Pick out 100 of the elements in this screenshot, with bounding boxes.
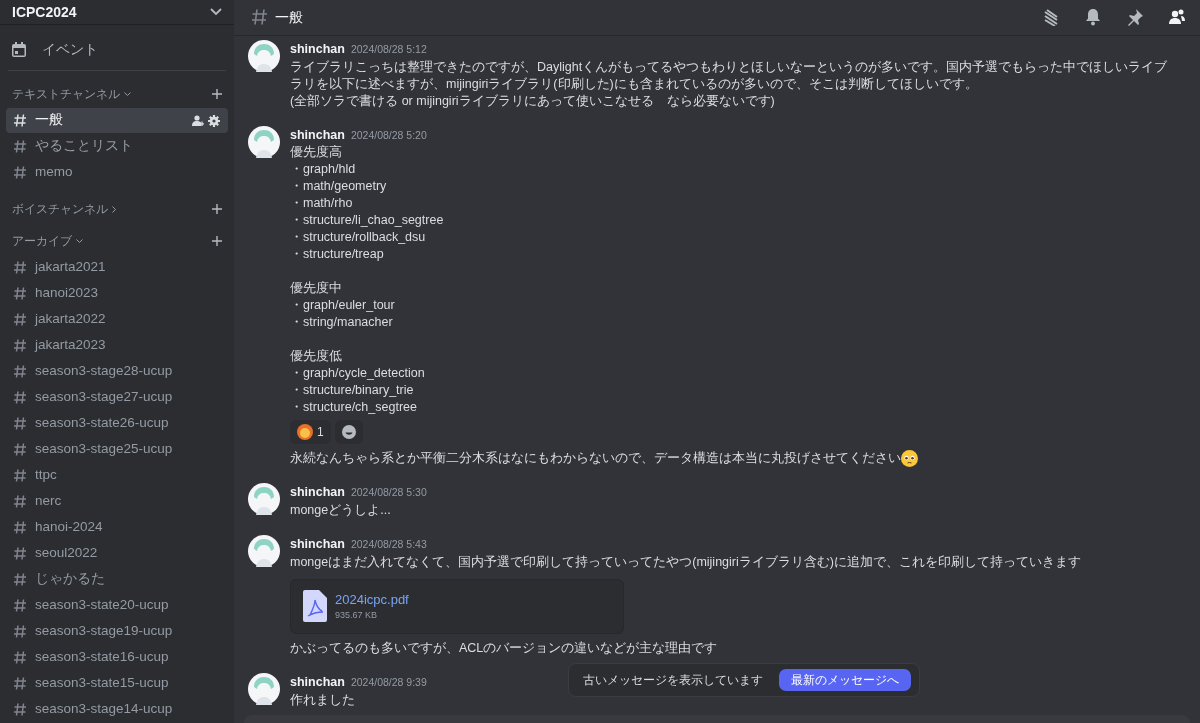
hash-icon [14,547,26,560]
members-icon [1168,8,1186,27]
message-text: ・graph/euler_tour [290,297,396,315]
channel-item[interactable]: memo [6,160,228,185]
calendar-icon [12,42,26,57]
message-text: (全部ソラで書ける or mijingiriライブラリにあって使いこなせる なら必要ないです) [290,92,776,110]
channel-item[interactable]: 一般 [6,108,228,133]
plus-icon [212,89,222,99]
avatar [248,39,280,72]
channel-item[interactable]: season3-state26-ucup [6,411,228,436]
hash-icon [14,114,26,127]
message-text: 優先度中 [290,280,343,298]
channel-item[interactable]: やることリスト [6,134,228,159]
face-emoji-icon [297,424,313,441]
channel-item[interactable]: jakarta2023 [6,333,228,358]
message-text: mongeはまだ入れてなくて、国内予選で印刷して持っていってたやつ(mijingiriライブラリ含む)に追加で、これを印刷して持っていきます [290,553,1082,571]
author-name[interactable]: shinchan [290,125,345,145]
hash-icon [14,391,26,404]
channel-title: 一般 [275,7,304,27]
avatar [248,125,280,158]
settings-icon [208,114,220,127]
message-text: ・structure/treap [290,246,385,264]
channel-item[interactable]: season3-stage19-ucup [6,619,228,644]
chevron-down-icon [210,8,222,16]
message-text: かぶってるのも多いですが、ACLのバージョンの違いなどが主な理由です [290,639,718,657]
hash-icon [14,495,26,508]
bell-button[interactable] [1084,8,1102,27]
events-link[interactable]: イベント [42,39,98,60]
channel-item[interactable]: ttpc [6,463,228,488]
channel-item[interactable]: じゃかるた [6,567,228,592]
jump-button[interactable]: 最新のメッセージへ [779,669,911,691]
avatar [248,483,280,516]
pin-button[interactable] [1126,8,1144,27]
category-header[interactable]: テキストチャンネル [12,85,120,103]
channel-item[interactable]: jakarta2022 [6,307,228,332]
hash-icon [14,313,26,326]
members-button[interactable] [1168,8,1186,27]
hash-icon [14,365,26,378]
channel-item[interactable]: nerc [6,489,228,514]
hash-icon [14,140,26,153]
message-text: ・graph/hld [290,161,357,179]
threads-button[interactable] [1042,8,1060,27]
file-link[interactable]: 2024icpc.pdf [335,589,409,610]
channel-item[interactable]: seoul2022 [6,541,228,566]
avatar [248,535,280,568]
channel-item[interactable]: season3-stage14-ucup [6,697,228,722]
hash-icon [14,166,26,179]
hash-icon [14,521,26,534]
message-text: ・math/rho [290,195,354,213]
channel-item[interactable]: season3-stage25-ucup [6,437,228,462]
channel-item[interactable]: season3-state16-ucup [6,645,228,670]
add-reaction-button[interactable] [334,420,363,445]
timestamp: 2024/08/28 9:39 [350,674,427,690]
author-name[interactable]: shinchan [290,535,345,554]
message-text: 優先度低 [290,348,343,366]
avatar [248,672,280,705]
hash-icon [14,677,26,690]
author-name[interactable]: shinchan [290,39,345,59]
channel-item[interactable]: season3-state15-ucup [6,671,228,696]
plus-icon [212,204,222,214]
pin-icon [1126,8,1144,27]
category-header[interactable]: ボイスチャンネル [12,200,108,218]
channel-item[interactable]: jakarta2021 [6,255,228,280]
message-text: ・structure/li_chao_segtree [290,212,445,230]
message-text: ・structure/ch_segtree [290,399,418,417]
add-user-icon [192,115,204,126]
channel-item[interactable]: season3-stage28-ucup [6,359,228,384]
author-name[interactable]: shinchan [290,483,345,503]
file-size: 935.67 KB [335,609,379,623]
category-header[interactable]: アーカイブ [12,232,72,250]
reaction-button[interactable]: 1 [290,420,331,445]
server-name[interactable]: ICPC2024 [12,1,77,23]
hash-icon [14,261,26,274]
hash-icon [14,599,26,612]
message-text: mongeどうしよ... [290,502,392,520]
threads-icon [1042,8,1060,27]
message-text: ・string/manacher [290,314,394,332]
notice-text: 古いメッセージを表示しています [583,672,763,689]
message-text: ライブラリこっちは整理できたのですが、Daylightくんがもってるやつもわりとほしいなーというのが多いです。国内予選でもらった中でほしいライブラリを以下に述べますが、mijingiriライブラリ(印刷した)にも含まれているのが多いので、そこは判断してほしいです。 [290,58,1169,93]
hash-icon [14,703,26,716]
plus-icon [212,236,222,246]
hash-icon [14,443,26,456]
channel-item[interactable]: hanoi2023 [6,281,228,306]
message-text: ・graph/cycle_detection [290,365,426,383]
smiley-icon [341,425,356,440]
message-text: ・math/geometry [290,178,388,196]
channel-item[interactable]: hanoi-2024 [6,515,228,540]
hash-icon [14,625,26,638]
channel-item[interactable]: season3-stage27-ucup [6,385,228,410]
author-name[interactable]: shinchan [290,672,345,692]
timestamp: 2024/08/28 5:30 [350,485,427,501]
timestamp: 2024/08/28 5:12 [350,41,427,57]
hash-icon [14,287,26,300]
timestamp: 2024/08/28 5:43 [350,537,427,553]
hash-icon [252,9,267,26]
timestamp: 2024/08/28 5:20 [350,127,427,143]
channel-item[interactable]: season3-state20-ucup [6,593,228,618]
hash-icon [14,339,26,352]
message-text: ・structure/binary_trie [290,382,415,400]
message-text: 永続なんちゃら系とか平衡二分木系はなにもわからないので、データ構造は本当に丸投げさせてください [290,450,901,468]
